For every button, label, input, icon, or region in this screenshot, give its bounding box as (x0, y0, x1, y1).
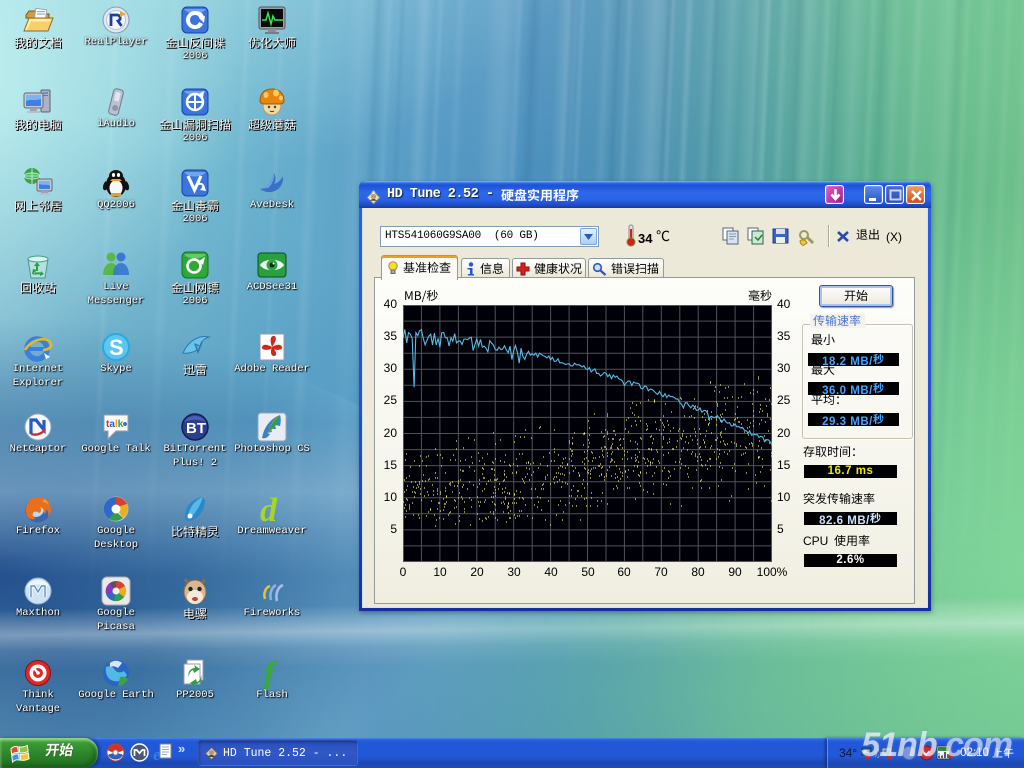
svg-text:d: d (260, 493, 278, 525)
svg-text:S: S (109, 335, 124, 360)
svg-text:f: f (263, 657, 278, 689)
svg-text:e: e (153, 745, 161, 762)
svg-text:talk: talk (106, 419, 124, 430)
svg-text:BT: BT (186, 420, 206, 437)
